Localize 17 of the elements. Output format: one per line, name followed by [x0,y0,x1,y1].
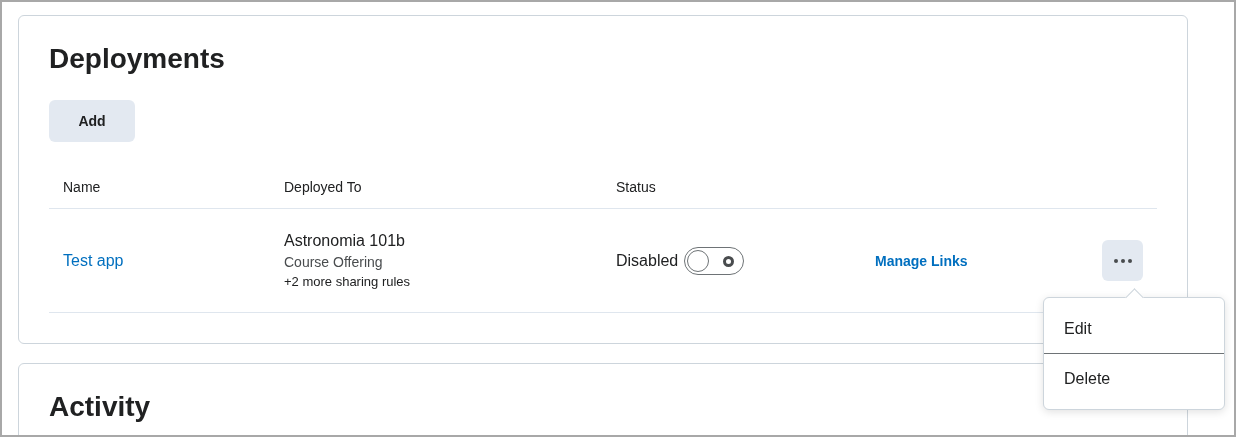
column-header: Deployed To [270,166,602,209]
more-icon [1113,258,1132,263]
add-button[interactable]: Add [49,100,135,142]
status-toggle[interactable] [684,246,745,275]
status-label: Disabled [616,251,679,270]
section-title: Activity [49,390,152,424]
app-name-link[interactable]: Test app [63,251,124,270]
menu-item[interactable]: Delete [1044,353,1224,403]
course-name: Astronomia 101b [284,232,406,250]
manage-links-link[interactable]: Manage Links [875,252,968,269]
more-options-button[interactable] [1102,240,1143,281]
menu-item[interactable]: Edit [1044,304,1224,353]
sharing-rules-note: +2 more sharing rules [284,274,411,289]
column-header: Name [49,166,270,209]
column-header: Status [602,166,861,209]
section-title: Deployments [49,42,226,76]
offering-type: Course Offering [284,254,384,270]
